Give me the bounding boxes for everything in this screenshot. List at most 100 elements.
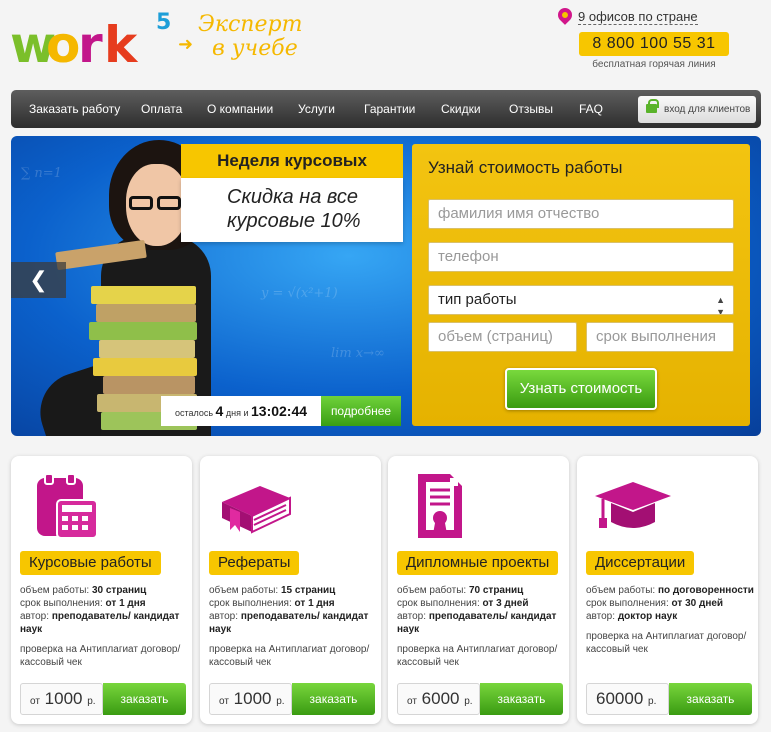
order-button[interactable]: заказать: [103, 683, 186, 715]
map-pin-icon: [555, 5, 575, 25]
price-box: от 6000 р.: [397, 683, 480, 715]
book-icon: [222, 486, 291, 534]
price-box: 60000 р.: [586, 683, 669, 715]
price-prefix: от: [30, 696, 40, 707]
bg-formula: y = √(x²+1): [261, 286, 338, 301]
arrow-right-icon: ➜: [178, 34, 194, 55]
card-description: объем работы: 30 страниц срок выполнения…: [20, 584, 188, 669]
order-button[interactable]: заказать: [292, 683, 375, 715]
volume-value: 30 страниц: [91, 585, 147, 596]
glasses-shape: [129, 196, 153, 210]
select-arrows-icon: ▲ ▼: [716, 295, 725, 315]
check-text: проверка на Антиплагиат договор/ кассовы…: [20, 644, 181, 668]
price-currency: р.: [87, 696, 96, 707]
nav-item-guarantees[interactable]: Гарантии: [364, 90, 415, 128]
offices-link[interactable]: 9 офисов по стране: [555, 5, 698, 28]
price-currency: р.: [464, 696, 473, 707]
fio-input[interactable]: фамилия имя отчество: [428, 199, 734, 229]
more-button[interactable]: подробнее: [321, 396, 401, 426]
book-shape: [103, 376, 195, 394]
service-card: Рефераты объем работы: 15 страниц срок в…: [200, 456, 381, 724]
term-label: срок выполнения:: [397, 598, 480, 609]
calculator-icon: [37, 473, 98, 539]
slogan-line-1: Эксперт: [198, 12, 303, 37]
chevron-left-icon: ❮: [29, 267, 48, 292]
price-value: 1000: [44, 689, 83, 708]
author-label: автор:: [397, 611, 427, 622]
bg-formula: lim x→∞: [331, 346, 385, 361]
nav-item-faq[interactable]: FAQ: [579, 90, 603, 128]
book-shape: [93, 358, 197, 376]
term-value: от 30 дней: [671, 598, 724, 609]
hotline-caption: бесплатная горячая линия: [592, 59, 716, 70]
client-login-button[interactable]: вход для клиентов: [638, 96, 756, 123]
timer-time: 13:02:44: [251, 403, 308, 419]
service-card: Диссертации объем работы: по договоренно…: [577, 456, 758, 724]
card-title: Курсовые работы: [20, 551, 161, 575]
graduation-cap-icon: [595, 482, 671, 528]
price-prefix: от: [407, 696, 417, 707]
volume-value: 70 страниц: [468, 585, 524, 596]
slogan: ➜ Эксперт в учебе: [178, 12, 302, 64]
price-currency: р.: [276, 696, 285, 707]
hero-banner: f(x)=∫ax²dx y = √(x²+1) ∑ n=1 lim x→∞ ❮ …: [11, 136, 761, 436]
card-description: объем работы: по договоренности срок вып…: [586, 584, 754, 656]
timer-days: 4: [215, 403, 224, 419]
price-value: 1000: [233, 689, 272, 708]
term-label: срок выполнения:: [209, 598, 292, 609]
countdown-timer: осталось 4 дня и 13:02:44: [161, 396, 321, 426]
certificate-icon: [418, 474, 462, 538]
promo-text: Скидка на все курсовые 10%: [181, 178, 403, 242]
card-description: объем работы: 15 страниц срок выполнения…: [209, 584, 377, 669]
work-type-value: тип работы: [438, 291, 517, 308]
volume-value: по договоренности: [657, 585, 754, 596]
nav-item-order[interactable]: Заказать работу: [29, 90, 120, 128]
logo-letter-r: r: [78, 16, 103, 74]
check-text: проверка на Антиплагиат договор/ кассовы…: [586, 631, 747, 655]
price-calculator-form: Узнай стоимость работы фамилия имя отчес…: [412, 144, 750, 426]
book-shape: [99, 340, 195, 358]
timer-prefix: осталось: [174, 408, 214, 418]
volume-label: объем работы:: [397, 585, 467, 596]
author-label: автор:: [586, 611, 616, 622]
logo-superscript: 5: [156, 10, 172, 35]
form-title: Узнай стоимость работы: [428, 158, 623, 177]
lock-icon: [646, 99, 659, 113]
phone-input[interactable]: телефон: [428, 242, 734, 272]
author-value: доктор наук: [617, 611, 678, 622]
site-logo[interactable]: w o r k 5: [10, 10, 172, 74]
deadline-input[interactable]: срок выполнения: [586, 322, 734, 352]
volume-label: объем работы:: [209, 585, 279, 596]
nav-item-services[interactable]: Услуги: [298, 90, 335, 128]
nav-item-about[interactable]: О компании: [207, 90, 273, 128]
book-shape: [91, 286, 196, 304]
main-nav: Заказать работу Оплата О компании Услуги…: [11, 90, 761, 128]
timer-mid: дня и: [225, 408, 249, 418]
order-button[interactable]: заказать: [669, 683, 752, 715]
term-label: срок выполнения:: [586, 598, 669, 609]
price-value: 60000: [596, 689, 644, 708]
card-description: объем работы: 70 страниц срок выполнения…: [397, 584, 565, 669]
offices-text: 9 офисов по стране: [578, 9, 698, 25]
client-login-label: вход для клиентов: [664, 104, 751, 115]
term-value: от 1 дня: [294, 598, 335, 609]
volume-label: объем работы:: [586, 585, 656, 596]
logo-letter-o: o: [46, 16, 80, 74]
slider-prev-button[interactable]: ❮: [11, 262, 66, 298]
service-card: Курсовые работы объем работы: 30 страниц…: [11, 456, 192, 724]
service-card: Дипломные проекты объем работы: 70 стран…: [388, 456, 569, 724]
card-title: Диссертации: [586, 551, 695, 575]
book-shape: [89, 322, 197, 340]
book-shape: [96, 304, 196, 322]
volume-input[interactable]: объем (страниц): [428, 322, 577, 352]
get-price-button[interactable]: Узнать стоимость: [505, 368, 657, 410]
work-type-select[interactable]: тип работы ▲ ▼: [428, 285, 734, 315]
term-value: от 3 дней: [482, 598, 529, 609]
nav-item-payment[interactable]: Оплата: [141, 90, 182, 128]
nav-item-discounts[interactable]: Скидки: [441, 90, 481, 128]
nav-item-reviews[interactable]: Отзывы: [509, 90, 553, 128]
order-button[interactable]: заказать: [480, 683, 563, 715]
price-box: от 1000 р.: [20, 683, 103, 715]
price-prefix: от: [219, 696, 229, 707]
phone-number[interactable]: 8 800 100 55 31: [579, 32, 729, 56]
